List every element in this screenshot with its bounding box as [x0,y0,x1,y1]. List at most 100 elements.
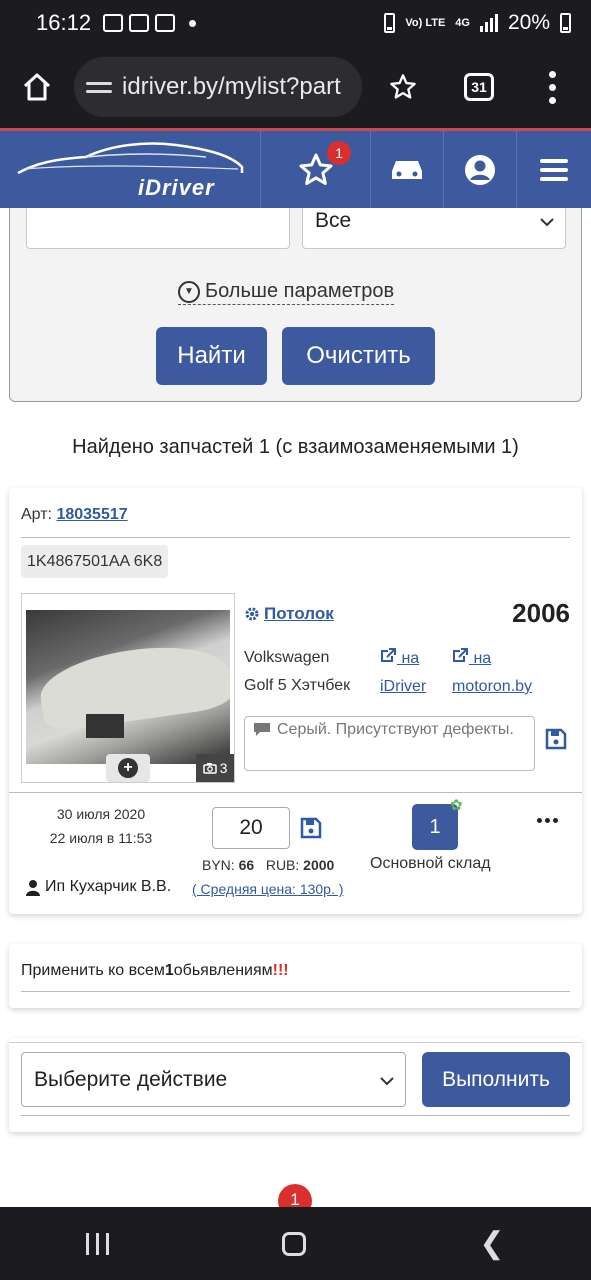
apply-marks: !!! [272,962,289,979]
recent-apps-button[interactable] [86,1232,110,1255]
comment-text: Серый. Присутствуют дефекты. [277,721,514,738]
gear-icon [245,607,259,621]
battery-icon [560,13,571,33]
external-link-icon [381,648,396,662]
photo-image[interactable] [26,610,230,764]
oem-code: 1K4867501AA 6K8 [21,545,169,578]
byn-value: 66 [238,857,255,873]
home-button[interactable] [0,46,74,128]
site-header: iDriver 1 [0,128,591,208]
comment-field[interactable]: Серый. Присутствуют дефекты. [244,716,535,771]
back-button[interactable]: ❮ [479,1226,504,1261]
battery-percent: 20% [507,11,550,34]
execute-button[interactable]: Выполнить [422,1052,570,1107]
site-logo[interactable]: iDriver [0,131,260,208]
browser-toolbar: idriver.by/mylist?part 31 [0,46,591,128]
home-icon [23,73,51,101]
user-circle-icon [465,154,495,185]
external-link-icon [453,648,468,662]
favorites-button[interactable]: 1 [260,131,370,208]
car-logo-icon [17,142,244,175]
hamburger-menu-button[interactable] [516,131,591,208]
logo-text: iDriver [138,175,215,200]
system-nav-bar: ❮ [0,1207,591,1280]
divider [9,1042,582,1043]
home-nav-button[interactable] [282,1231,307,1256]
action-select-value: Выберите действие [34,1067,228,1091]
stock-name: Основной склад [370,855,491,872]
url-text: idriver.by/mylist?part [122,73,341,100]
bulk-action-box: Выберите действие Выполнить [9,1038,582,1132]
seller-name: Ип Кухарчик В.В. [45,878,172,895]
part-card: Арт: 18035517 1K4867501AA 6K8 + 3 Потоло… [9,488,582,914]
price-input[interactable]: 20 [212,807,290,849]
account-button[interactable] [443,131,516,208]
chevron-down-icon [380,1077,394,1086]
apply-all-text: Применить ко всем1обьявлениям!!! [21,962,289,979]
gear-icon: ✿ [450,797,463,814]
motoron-link[interactable]: на motoron.by [452,645,532,701]
year: 2006 [512,598,570,628]
bookmark-button[interactable] [362,46,444,128]
created-date: 30 июля 2020 [56,806,146,822]
find-button[interactable]: Найти [156,327,267,385]
volte-label: Vo) LTE [405,17,446,29]
clock: 16:12 [36,10,92,35]
camera-icon [202,763,217,774]
garage-button[interactable] [370,131,443,208]
filter-panel: Все ▼ Больше параметров Найти Очистить [9,180,582,402]
tab-switcher-button[interactable]: 31 [444,46,514,128]
gallery-icon [103,14,124,32]
comment-icon [254,723,270,736]
idriver-link[interactable]: на iDriver [380,645,426,701]
divider [21,1115,570,1116]
seller: Ип Кухарчик В.В. [25,878,171,896]
clear-button[interactable]: Очистить [282,327,435,385]
category-label: Потолок [264,604,334,623]
part-photo[interactable]: + 3 [21,593,235,783]
browser-menu-button[interactable] [514,46,591,128]
idriver-link-site: iDriver [380,678,427,695]
action-select[interactable]: Выберите действие [21,1052,406,1107]
status-bar: 16:12 Vo) LTE 4G 20% [0,0,591,46]
apply-all-box: Применить ко всем1обьявлениям!!! [9,944,582,1008]
category-link[interactable]: Потолок [244,604,334,624]
save-comment-icon[interactable] [545,728,567,750]
divider [21,991,570,992]
favorites-badge: 1 [327,141,351,165]
apply-count: 1 [164,962,174,979]
site-settings-icon[interactable] [86,81,112,93]
chevron-down-icon [540,218,554,227]
tab-count: 31 [464,73,494,101]
idriver-link-prefix: на [401,650,420,667]
more-params-toggle[interactable]: ▼ Больше параметров [178,280,395,305]
article-label: Арт: [21,506,52,523]
rub-value: 2000 [303,857,335,873]
save-price-icon[interactable] [300,817,322,839]
network-type: 4G [455,17,470,29]
calendar-icon [129,14,150,32]
calendar-icon [155,14,176,32]
converted-price: BYN: 66 RUB: 2000 [202,857,335,873]
notification-icons [103,14,197,32]
motoron-link-site: motoron.by [452,678,533,695]
car-make: Volkswagen [244,649,330,666]
updated-date: 22 июля в 11:53 [49,830,153,846]
filter-select-value: Все [315,209,352,232]
photo-count[interactable]: 3 [196,754,234,782]
divider [21,537,570,538]
signal-icon [479,14,498,32]
article-link[interactable]: 18035517 [56,506,127,523]
more-params-label: Больше параметров [205,280,395,302]
more-options-button[interactable] [537,818,558,823]
plus-icon: + [118,758,138,778]
zoom-button[interactable]: + [106,754,150,782]
average-price-link[interactable]: ( Средняя цена: 130р. ) [192,881,343,897]
article: Арт: 18035517 [21,506,128,524]
battery-saver-icon [384,13,396,33]
more-notifications-icon [189,19,197,27]
chevron-circle-down-icon: ▼ [178,280,200,303]
user-icon [26,879,40,896]
star-icon [390,74,416,99]
address-bar[interactable]: idriver.by/mylist?part [74,57,362,117]
